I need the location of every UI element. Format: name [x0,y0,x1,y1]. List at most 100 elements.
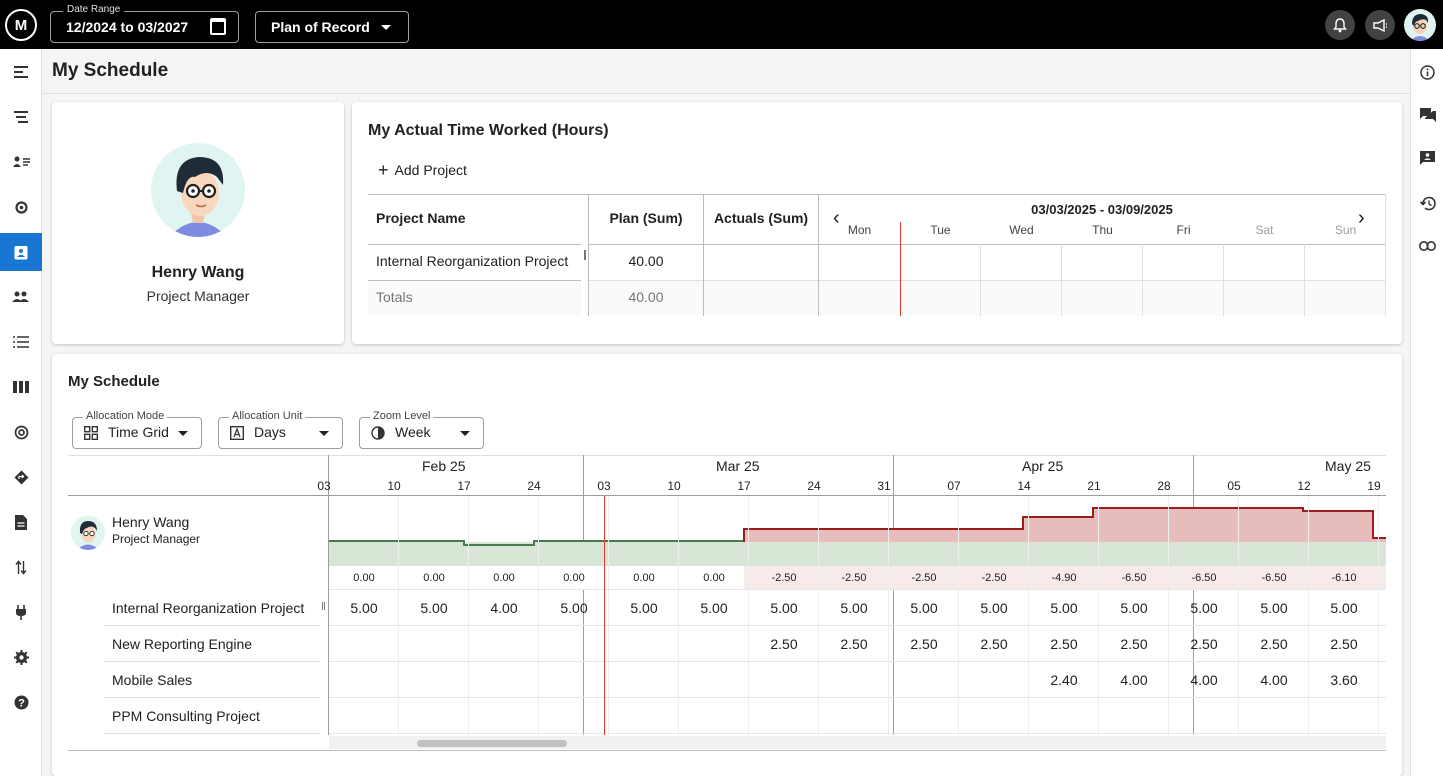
column-header-project[interactable]: Project Name [376,210,465,226]
allocation-cell[interactable]: 2.50 [1239,636,1309,652]
allocation-cell[interactable]: 5.00 [539,600,609,616]
totals-label: Totals [376,289,413,305]
list-icon[interactable] [0,323,42,361]
allocation-unit-select[interactable]: Allocation Unit Days [218,410,343,449]
contact-card-icon[interactable] [1411,143,1443,173]
help-icon[interactable]: ? [0,683,42,721]
allocation-cell[interactable]: 5.00 [1099,600,1169,616]
comments-icon[interactable] [1411,100,1443,130]
project-name[interactable]: Mobile Sales [112,672,192,688]
allocation-cell[interactable]: 3.60 [1309,672,1379,688]
allocation-cell[interactable]: 2.50 [1169,636,1239,652]
week-label: 31 [877,479,891,493]
grid-row-line [329,697,1386,698]
allocation-cell[interactable]: 5.00 [819,600,889,616]
column-header-plan[interactable]: Plan (Sum) [589,210,703,226]
allocation-cell[interactable]: 2.50 [889,636,959,652]
scrollbar-thumb[interactable] [417,740,567,747]
document-icon[interactable] [0,503,42,541]
allocation-unit-label: Allocation Unit [229,410,306,422]
target-icon[interactable] [0,413,42,451]
zoom-level-select[interactable]: Zoom Level Week [359,410,484,449]
plug-icon[interactable] [0,593,42,631]
board-icon[interactable] [0,368,42,406]
chevron-down-icon [319,431,329,436]
allocation-cell[interactable]: 5.00 [959,600,1029,616]
allocation-cell[interactable]: 2.50 [749,636,819,652]
zoom-icon [371,426,385,440]
date-range-picker[interactable]: Date Range 12/2024 to 03/2027 [50,4,239,43]
directions-icon[interactable] [0,458,42,496]
plus-icon: + [378,160,389,180]
horizontal-scrollbar[interactable] [329,736,1386,749]
project-name[interactable]: PPM Consulting Project [112,708,260,724]
divider [104,661,320,662]
day-header: Sun [1334,223,1357,237]
day-header: Sat [1255,223,1274,237]
link-icon[interactable] [1411,231,1443,261]
column-resize-handle[interactable] [322,602,325,610]
menu-toggle-icon[interactable] [0,53,42,91]
allocation-cell[interactable]: 5.00 [889,600,959,616]
notifications-bell-icon[interactable] [1325,10,1355,40]
column-resize-handle[interactable] [584,250,586,260]
settings-gear-icon[interactable] [0,638,42,676]
availability-value: 0.00 [353,572,375,584]
announcements-megaphone-icon[interactable] [1365,10,1395,40]
column-header-actuals[interactable]: Actuals (Sum) [704,210,818,226]
sync-icon[interactable] [0,188,42,226]
week-label: 03 [317,479,331,493]
allocation-cell[interactable]: 5.00 [749,600,819,616]
project-name[interactable]: Internal Reorganization Project [112,600,304,616]
week-label: 07 [947,479,961,493]
week-label: 24 [527,479,541,493]
availability-value: -6.10 [1331,572,1357,584]
availability-value: -2.50 [771,572,797,584]
allocation-cell[interactable]: 2.50 [959,636,1029,652]
my-schedule-icon[interactable] [0,233,42,271]
allocation-cell[interactable]: 2.50 [1309,636,1379,652]
history-icon[interactable] [1411,188,1443,218]
allocation-cell[interactable]: 4.00 [1169,672,1239,688]
project-name[interactable]: New Reporting Engine [112,636,252,652]
month-label: Mar 25 [716,458,760,474]
week-label: 17 [737,479,751,493]
scenario-select[interactable]: Plan of Record [255,11,409,43]
calendar-icon[interactable] [210,18,226,35]
availability-value: 0.00 [493,572,515,584]
grid-row-line [329,589,1386,590]
row-project-name: Internal Reorganization Project [376,253,569,269]
allocation-cell[interactable]: 5.00 [1169,600,1239,616]
allocation-cell[interactable]: 5.00 [329,600,399,616]
allocation-cell[interactable]: 4.00 [469,600,539,616]
allocation-cell[interactable]: 5.00 [1029,600,1099,616]
allocation-cell[interactable]: 5.00 [1239,600,1309,616]
allocation-cell[interactable]: 2.40 [1029,672,1099,688]
allocation-cell[interactable]: 4.00 [1239,672,1309,688]
allocation-cell[interactable]: 2.50 [1099,636,1169,652]
people-list-icon[interactable] [0,143,42,181]
allocation-cell[interactable]: 4.00 [1099,672,1169,688]
grid-row-line [329,625,1386,626]
resources-icon[interactable] [0,278,42,316]
week-label: 28 [1157,479,1171,493]
add-project-button[interactable]: + Add Project [378,160,467,180]
portfolio-list-icon[interactable] [0,98,42,136]
availability-value: -6.50 [1191,572,1217,584]
allocation-cell[interactable]: 5.00 [609,600,679,616]
allocation-cell[interactable]: 2.50 [819,636,889,652]
schedule-title: My Schedule [68,373,160,390]
info-icon[interactable] [1411,57,1443,87]
divider [1061,244,1062,316]
allocation-cell[interactable]: 5.00 [679,600,749,616]
allocation-cell[interactable]: 2.50 [1029,636,1099,652]
import-export-icon[interactable] [0,548,42,586]
user-avatar[interactable] [1404,9,1436,41]
allocation-mode-select[interactable]: Allocation Mode Time Grid [72,410,202,449]
allocation-cell[interactable]: 5.00 [1309,600,1379,616]
app-logo-icon[interactable]: M [5,9,37,41]
date-range-value: 12/2024 to 03/2027 [66,19,189,35]
week-label: 10 [387,479,401,493]
allocation-mode-label: Allocation Mode [83,410,168,422]
allocation-cell[interactable]: 5.00 [399,600,469,616]
